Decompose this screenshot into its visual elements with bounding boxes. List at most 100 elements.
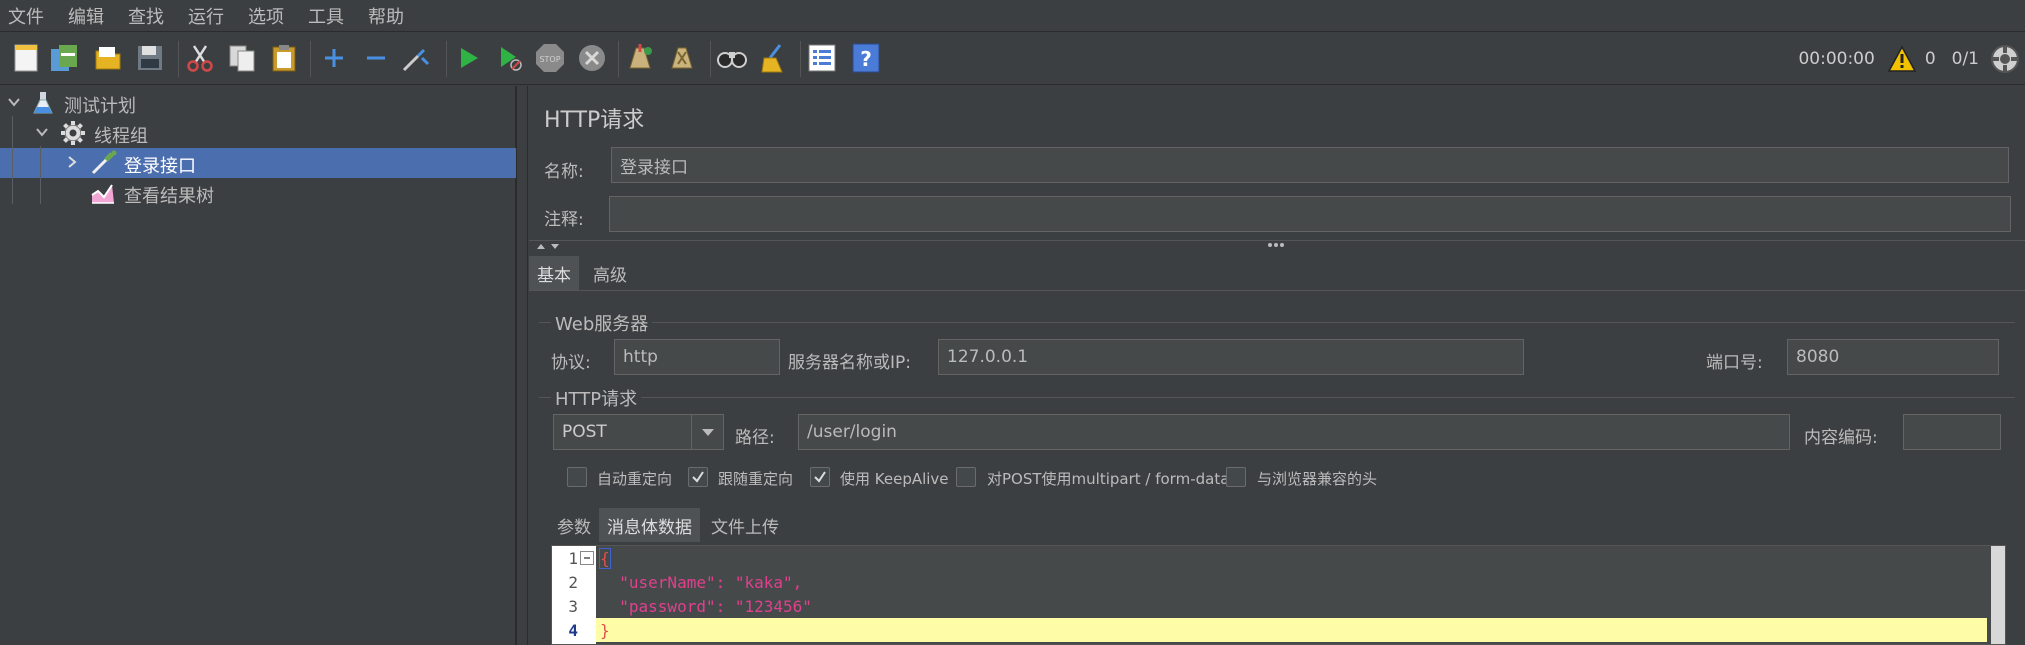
search-icon[interactable] bbox=[716, 42, 748, 74]
close-brace: } bbox=[600, 620, 610, 640]
auto-redirect-label: 自动重定向 bbox=[597, 470, 673, 488]
code-text: "password": "123456" bbox=[600, 596, 812, 616]
svg-text:STOP: STOP bbox=[539, 55, 560, 64]
path-field[interactable]: /user/login bbox=[798, 414, 1790, 450]
keepalive-checkbox[interactable] bbox=[810, 467, 830, 487]
run-status: 00:00:00 0 0/1 bbox=[1798, 33, 2025, 85]
start-no-pause-icon[interactable] bbox=[494, 42, 526, 74]
svg-text:?: ? bbox=[860, 47, 872, 71]
open-icon[interactable] bbox=[92, 42, 124, 74]
name-field[interactable]: 登录接口 bbox=[611, 147, 2009, 183]
auto-redirect-checkbox[interactable] bbox=[567, 467, 587, 487]
menu-options[interactable]: 选项 bbox=[248, 3, 284, 29]
checkmark-icon bbox=[692, 471, 704, 483]
menu-search[interactable]: 查找 bbox=[128, 3, 164, 29]
line-number: 2 bbox=[568, 572, 578, 592]
chevron-down-icon[interactable] bbox=[691, 415, 723, 449]
encoding-label: 内容编码: bbox=[1804, 428, 1878, 448]
clear-all-icon[interactable] bbox=[666, 42, 698, 74]
keepalive-label: 使用 KeepAlive bbox=[840, 470, 949, 488]
help-icon[interactable]: ? bbox=[850, 42, 882, 74]
menu-run[interactable]: 运行 bbox=[188, 3, 224, 29]
checkmark-icon bbox=[814, 471, 826, 483]
menu-tools[interactable]: 工具 bbox=[308, 3, 344, 29]
chevron-down-icon[interactable] bbox=[6, 94, 22, 115]
multipart-label: 对POST使用multipart / form-data bbox=[987, 470, 1230, 488]
stop-icon[interactable]: STOP bbox=[534, 42, 566, 74]
new-icon[interactable] bbox=[10, 42, 42, 74]
code-line: "password": "123456" bbox=[596, 594, 1987, 618]
toolbar: STOP ? bbox=[0, 33, 2025, 85]
collapse-icon[interactable] bbox=[360, 42, 392, 74]
chevron-right-icon[interactable] bbox=[64, 154, 80, 175]
tab-basic[interactable]: 基本 bbox=[529, 256, 579, 290]
tree-node-login-request[interactable]: 登录接口 bbox=[0, 148, 516, 178]
chevron-down-icon[interactable] bbox=[34, 124, 50, 145]
port-field[interactable]: 8080 bbox=[1787, 339, 1999, 375]
body-data-editor[interactable]: 1 2 3 4 { "userName": "kaka", "password"… bbox=[551, 545, 2006, 645]
path-label: 路径: bbox=[735, 428, 775, 448]
browser-headers-checkbox[interactable] bbox=[1226, 467, 1246, 487]
shutdown-icon[interactable] bbox=[576, 42, 608, 74]
tree-node-thread-group[interactable]: 线程组 bbox=[0, 118, 516, 148]
method-value: POST bbox=[562, 422, 607, 442]
tree-node-results-tree[interactable]: 查看结果树 bbox=[0, 178, 516, 208]
tree-node-label: 线程组 bbox=[94, 126, 148, 147]
page-title: HTTP请求 bbox=[544, 108, 645, 133]
elapsed-timer: 00:00:00 bbox=[1798, 49, 1875, 69]
protocol-label: 协议: bbox=[551, 353, 591, 373]
collapse-splitter[interactable] bbox=[529, 240, 2025, 250]
expand-icon[interactable] bbox=[318, 42, 350, 74]
tab-body-data[interactable]: 消息体数据 bbox=[599, 508, 700, 542]
function-helper-icon[interactable] bbox=[806, 42, 838, 74]
open-brace: { bbox=[599, 547, 611, 569]
start-icon[interactable] bbox=[452, 42, 484, 74]
pane-splitter[interactable] bbox=[516, 86, 528, 645]
pipette-icon bbox=[90, 150, 118, 181]
web-server-group-title: Web服务器 bbox=[551, 310, 653, 336]
server-label: 服务器名称或IP: bbox=[788, 353, 911, 373]
warning-icon[interactable] bbox=[1887, 45, 1917, 73]
menu-edit[interactable]: 编辑 bbox=[68, 3, 104, 29]
http-request-group-title: HTTP请求 bbox=[551, 385, 642, 411]
line-number: 4 bbox=[568, 620, 578, 640]
chart-icon bbox=[90, 181, 116, 210]
browser-headers-label: 与浏览器兼容的头 bbox=[1257, 470, 1378, 488]
encoding-field[interactable] bbox=[1903, 414, 2001, 450]
tab-file-upload[interactable]: 文件上传 bbox=[703, 508, 787, 542]
menu-file[interactable]: 文件 bbox=[8, 3, 44, 29]
reset-search-icon[interactable] bbox=[758, 42, 790, 74]
cut-icon[interactable] bbox=[184, 42, 216, 74]
gear-icon bbox=[60, 120, 86, 151]
tab-advanced[interactable]: 高级 bbox=[585, 256, 635, 290]
comment-field[interactable] bbox=[609, 196, 2011, 232]
code-line-current: } bbox=[596, 618, 1987, 642]
copy-icon[interactable] bbox=[226, 42, 258, 74]
name-label: 名称: bbox=[544, 162, 584, 182]
method-select[interactable]: POST bbox=[553, 414, 724, 450]
menu-help[interactable]: 帮助 bbox=[368, 3, 404, 29]
follow-redirect-label: 跟随重定向 bbox=[718, 470, 794, 488]
clear-icon[interactable] bbox=[624, 42, 656, 74]
tab-parameters[interactable]: 参数 bbox=[549, 508, 599, 542]
comment-label: 注释: bbox=[544, 210, 584, 230]
fold-icon[interactable] bbox=[580, 551, 594, 565]
save-icon[interactable] bbox=[134, 42, 166, 74]
server-field[interactable]: 127.0.0.1 bbox=[938, 339, 1524, 375]
active-threads: 0/1 bbox=[1951, 49, 1979, 69]
tree-node-label: 查看结果树 bbox=[124, 186, 214, 207]
port-label: 端口号: bbox=[1706, 353, 1763, 373]
protocol-field[interactable]: http bbox=[614, 339, 780, 375]
tree-node-test-plan[interactable]: 测试计划 bbox=[0, 88, 516, 118]
paste-icon[interactable] bbox=[268, 42, 300, 74]
code-line: { bbox=[596, 546, 1987, 570]
line-number-gutter: 1 2 3 4 bbox=[552, 546, 596, 644]
line-number: 3 bbox=[568, 596, 578, 616]
multipart-checkbox[interactable] bbox=[956, 467, 976, 487]
editor-scrollbar[interactable] bbox=[1991, 546, 2005, 644]
remote-hosts-icon[interactable] bbox=[1989, 43, 2021, 75]
follow-redirect-checkbox[interactable] bbox=[688, 467, 708, 487]
flask-icon bbox=[32, 91, 54, 120]
templates-icon[interactable] bbox=[48, 42, 80, 74]
toggle-icon[interactable] bbox=[400, 42, 432, 74]
